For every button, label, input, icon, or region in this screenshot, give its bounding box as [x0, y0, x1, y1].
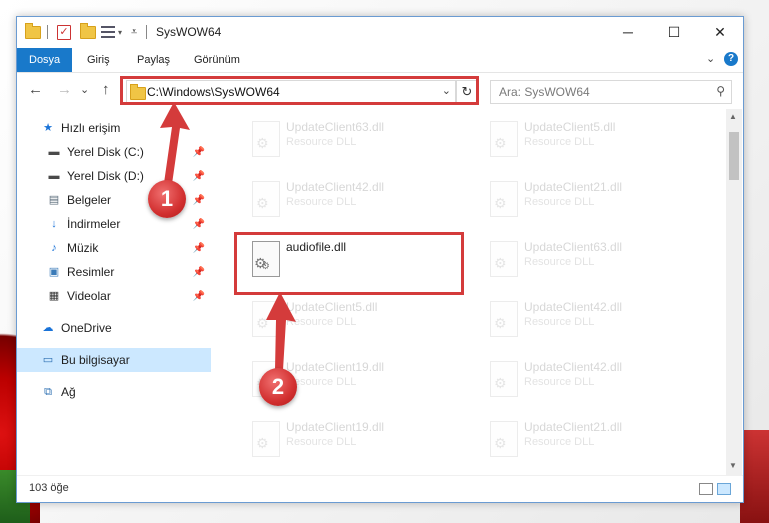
annotation-arrows [160, 102, 296, 370]
step-2-badge: 2 [259, 368, 297, 406]
arrow-up-icon [266, 292, 296, 370]
step-1-badge: 1 [148, 180, 186, 218]
arrow-up-icon [160, 102, 190, 184]
